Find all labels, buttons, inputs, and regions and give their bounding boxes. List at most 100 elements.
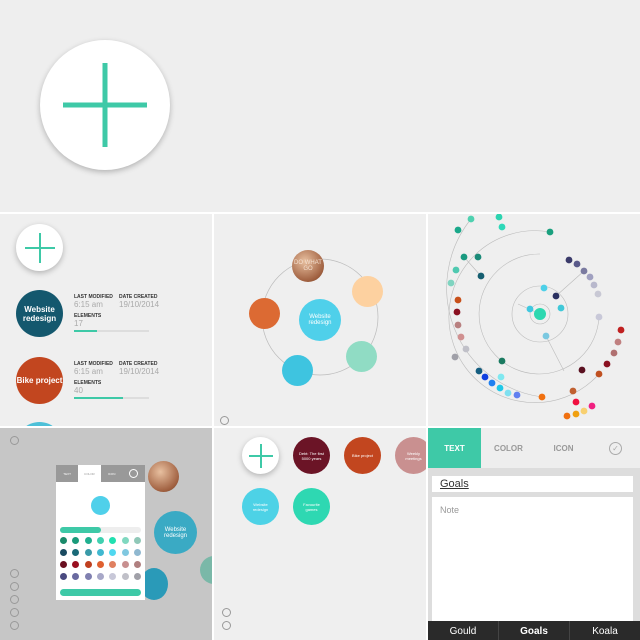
radial-node[interactable] [498, 223, 506, 231]
radial-node[interactable] [504, 389, 512, 397]
tab-icon[interactable]: ICON [536, 428, 591, 468]
radial-node[interactable] [610, 349, 618, 357]
project-tile[interactable]: Website redesign [242, 488, 279, 525]
color-swatch[interactable] [133, 549, 141, 556]
radial-node[interactable] [498, 357, 506, 365]
radial-node[interactable] [563, 412, 571, 420]
center-node[interactable]: Website redesign [299, 299, 341, 341]
radial-node[interactable] [595, 313, 603, 321]
color-swatch[interactable] [60, 549, 67, 556]
color-swatch[interactable] [121, 549, 129, 556]
photo-node[interactable] [148, 461, 179, 492]
star-icon[interactable] [220, 416, 229, 425]
radial-node[interactable] [538, 393, 546, 401]
color-swatch[interactable] [121, 561, 129, 568]
radial-node[interactable] [546, 228, 554, 236]
tab-text[interactable]: TEXT [428, 428, 481, 468]
radial-node[interactable] [603, 360, 611, 368]
project-tile[interactable]: Debt: The first 5000 years [293, 437, 330, 474]
node-right[interactable] [200, 556, 212, 584]
radial-node[interactable] [614, 338, 622, 346]
node-right-top[interactable] [352, 276, 383, 307]
color-swatch[interactable] [84, 537, 92, 544]
radial-node[interactable] [454, 296, 462, 304]
radial-node[interactable] [457, 333, 465, 341]
add-project-button[interactable]: [data-name=add-project-button]:before{wi… [40, 40, 170, 170]
color-swatch[interactable] [84, 561, 92, 568]
radial-node[interactable] [452, 266, 460, 274]
search-icon[interactable] [222, 621, 231, 630]
tab-color[interactable]: COLOR [481, 428, 536, 468]
pin-icon[interactable] [10, 621, 19, 630]
radial-node[interactable] [447, 279, 455, 287]
color-swatch[interactable] [133, 537, 141, 544]
add-project-button-small[interactable]: [data-name=add-project-button-small]:bef… [16, 224, 63, 271]
color-swatch[interactable] [60, 537, 67, 544]
tab-color[interactable]: COLOR [78, 465, 101, 482]
radial-node[interactable] [477, 272, 485, 280]
color-swatch[interactable] [72, 561, 80, 568]
title-input[interactable]: Goals [432, 476, 633, 492]
radial-node[interactable] [453, 308, 461, 316]
note-input[interactable]: Note [432, 497, 633, 622]
home-icon[interactable] [10, 436, 19, 445]
radial-node[interactable] [488, 379, 496, 387]
confirm-button[interactable]: ✓ [591, 428, 640, 468]
radial-node[interactable] [451, 353, 459, 361]
apply-button[interactable] [60, 589, 141, 596]
radial-center-node[interactable] [534, 308, 546, 320]
radial-node[interactable] [617, 326, 625, 334]
color-swatch[interactable] [60, 573, 67, 580]
node-right-bottom[interactable] [346, 341, 377, 372]
color-swatch[interactable] [96, 573, 104, 580]
radial-node[interactable] [526, 305, 534, 313]
radial-node[interactable] [454, 321, 462, 329]
color-swatch[interactable] [133, 561, 141, 568]
color-swatch[interactable] [96, 537, 104, 544]
radial-node[interactable] [580, 267, 588, 275]
add-project-button-grid[interactable]: [data-name=add-project-button-grid]:befo… [242, 437, 279, 474]
color-swatch[interactable] [60, 561, 67, 568]
star-icon[interactable] [10, 569, 19, 578]
project-tile[interactable]: Weekly meetings [395, 437, 426, 474]
node-bottom[interactable] [282, 355, 313, 386]
radial-node[interactable] [578, 366, 586, 374]
radial-node[interactable] [475, 367, 483, 375]
radial-node[interactable] [573, 260, 581, 268]
search-icon[interactable] [10, 595, 19, 604]
radial-node[interactable] [590, 281, 598, 289]
palette-toggle-active[interactable] [60, 527, 101, 533]
color-swatch[interactable] [109, 561, 117, 568]
radial-node[interactable] [565, 256, 573, 264]
radial-node[interactable] [540, 284, 548, 292]
suggestion[interactable]: Goals [499, 621, 570, 640]
suggestion[interactable]: Koala [570, 621, 640, 640]
confirm-button[interactable] [123, 465, 145, 482]
radial-node[interactable] [513, 391, 521, 399]
suggestion[interactable]: Gould [428, 621, 499, 640]
color-swatch[interactable] [109, 537, 117, 544]
palette-toggle[interactable] [60, 527, 141, 533]
radial-node[interactable] [586, 273, 594, 281]
radial-node[interactable] [594, 290, 602, 298]
project-circle[interactable]: Website redesign [16, 290, 63, 337]
info-icon[interactable] [10, 608, 19, 617]
radial-node[interactable] [572, 410, 580, 418]
photo-node[interactable]: DO WHAT GO [292, 250, 324, 282]
color-swatch[interactable] [109, 573, 117, 580]
color-swatch[interactable] [121, 573, 129, 580]
color-swatch[interactable] [133, 573, 141, 580]
project-circle[interactable] [16, 422, 63, 426]
info-icon[interactable] [222, 608, 231, 617]
history-icon[interactable] [10, 582, 19, 591]
radial-node[interactable] [595, 370, 603, 378]
color-swatch[interactable] [84, 573, 92, 580]
project-tile[interactable]: Favourite games [293, 488, 330, 525]
color-swatch[interactable] [72, 537, 80, 544]
radial-node[interactable] [588, 402, 596, 410]
tab-icon[interactable]: ICON [101, 465, 123, 482]
color-swatch[interactable] [84, 549, 92, 556]
tab-text[interactable]: TEXT [56, 465, 78, 482]
radial-node[interactable] [557, 304, 565, 312]
radial-node[interactable] [474, 253, 482, 261]
